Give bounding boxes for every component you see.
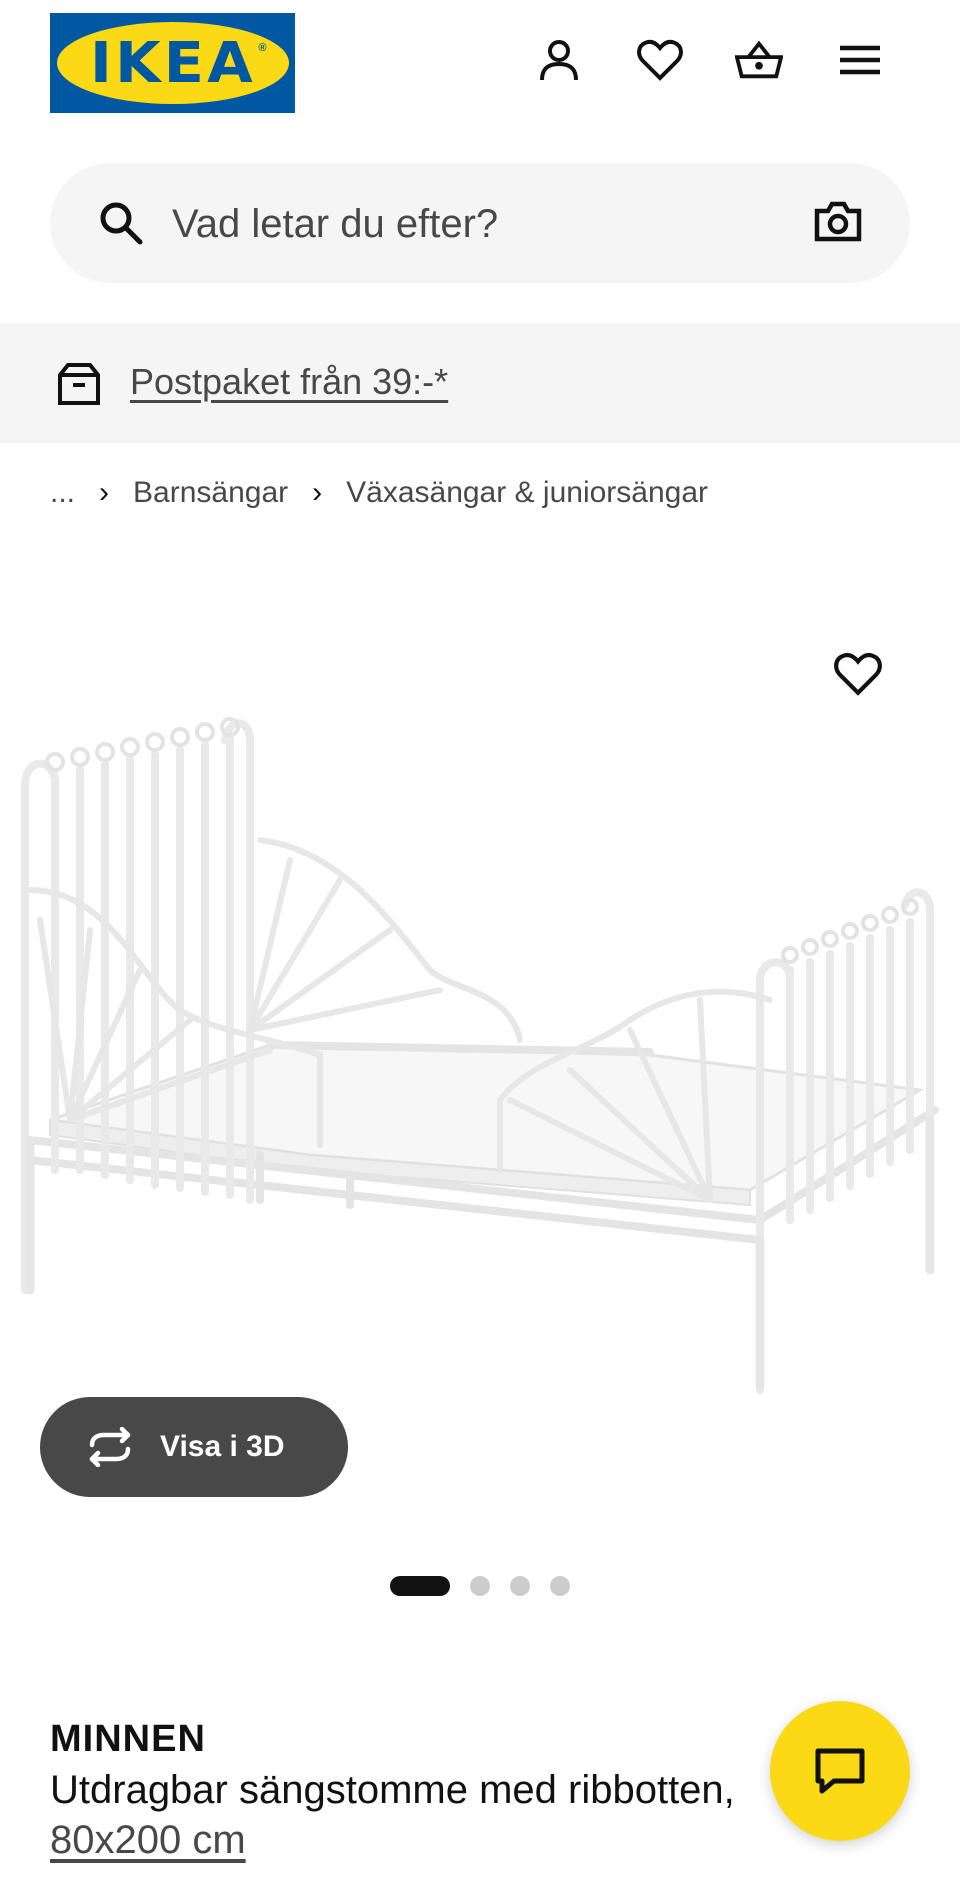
product-name: MINNEN: [50, 1718, 206, 1760]
search-bar[interactable]: [50, 163, 910, 283]
shopping-basket-icon[interactable]: [735, 36, 783, 84]
logo-ellipse: IKEA ®: [56, 22, 289, 104]
account-icon[interactable]: [535, 36, 583, 84]
carousel-dot-1[interactable]: [390, 1576, 450, 1596]
shipping-offer-link[interactable]: Postpaket från 39:-*: [130, 361, 448, 403]
logo-registered-mark: ®: [258, 42, 267, 54]
carousel-dot-3[interactable]: [510, 1576, 530, 1596]
chevron-right-icon: ›: [312, 476, 323, 509]
breadcrumb-ellipsis[interactable]: ...: [50, 476, 75, 510]
product-size-link[interactable]: 80x200 cm: [50, 1818, 246, 1863]
ikea-logo[interactable]: IKEA ®: [50, 13, 295, 113]
chevron-right-icon: ›: [99, 476, 110, 509]
breadcrumb-item-vaxasangar[interactable]: Växasängar & juniorsängar: [346, 476, 708, 510]
logo-text: IKEA: [89, 30, 256, 96]
rotate-3d-icon: [89, 1427, 131, 1467]
carousel-dot-2[interactable]: [470, 1576, 490, 1596]
view-in-3d-button[interactable]: Visa i 3D: [40, 1397, 348, 1497]
chat-button[interactable]: [770, 1701, 910, 1841]
view-in-3d-label: Visa i 3D: [160, 1430, 285, 1463]
favourites-heart-icon[interactable]: [636, 36, 684, 84]
image-carousel-indicator: [390, 1576, 570, 1596]
carousel-dot-4[interactable]: [550, 1576, 570, 1596]
shipping-banner: Postpaket från 39:-*: [0, 323, 960, 443]
parcel-icon: [56, 361, 102, 407]
product-description: Utdragbar sängstomme med ribbotten,: [50, 1768, 735, 1812]
chat-bubble-icon: [815, 1748, 865, 1794]
add-to-favourites-heart-icon[interactable]: [834, 652, 886, 704]
search-icon[interactable]: [98, 200, 144, 246]
camera-search-icon[interactable]: [814, 199, 862, 247]
menu-icon[interactable]: [836, 36, 884, 84]
product-image-bed[interactable]: [10, 700, 950, 1400]
breadcrumb-item-barnsangar[interactable]: Barnsängar: [133, 476, 288, 510]
search-input[interactable]: [170, 193, 734, 255]
breadcrumb: ... › Barnsängar › Växasängar & juniorsä…: [50, 476, 708, 510]
